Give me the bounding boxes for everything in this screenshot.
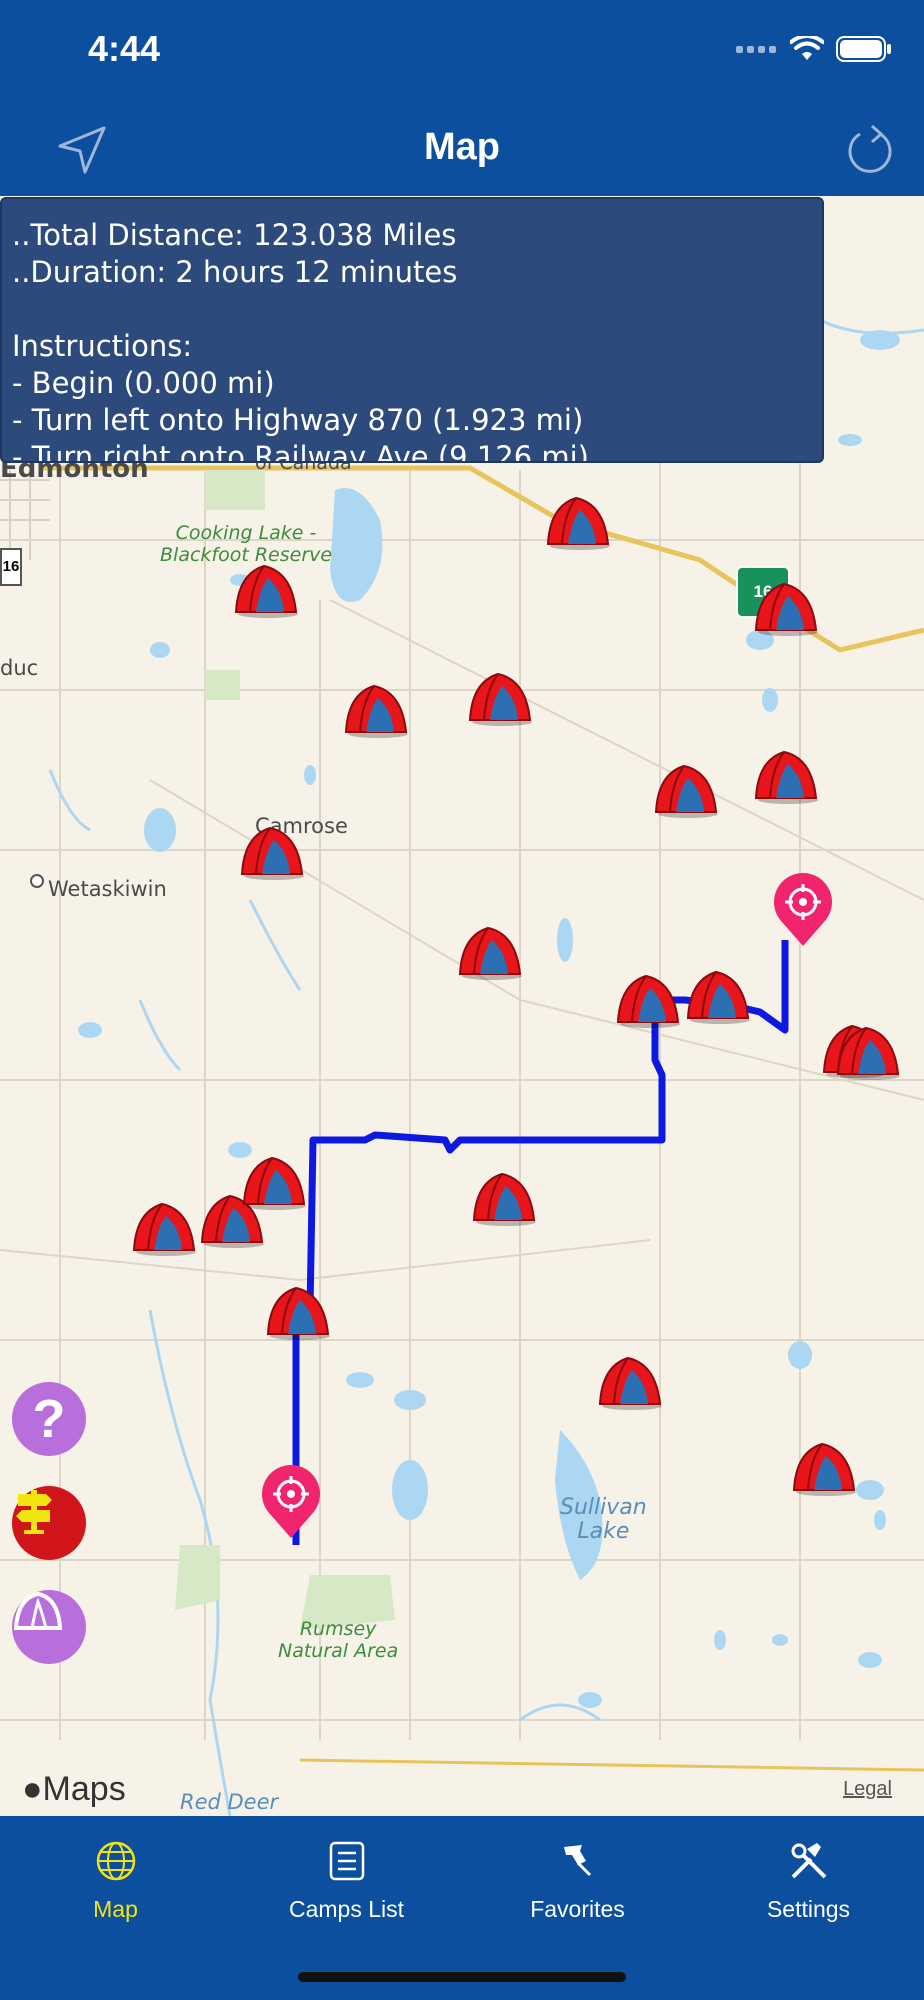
camp-marker[interactable] bbox=[752, 748, 820, 804]
duration: ..Duration: 2 hours 12 minutes bbox=[12, 255, 458, 289]
camp-marker[interactable] bbox=[466, 670, 534, 726]
tent-icon bbox=[754, 582, 818, 636]
label-rumsey: Rumsey Natural Area bbox=[278, 1618, 399, 1662]
tent-icon bbox=[654, 764, 718, 818]
tab-settings[interactable]: Settings bbox=[693, 1836, 924, 1946]
camp-marker[interactable] bbox=[790, 1440, 858, 1496]
crosshair-pin-icon bbox=[262, 1465, 320, 1538]
refresh-icon bbox=[848, 124, 892, 173]
instruction-item: - Turn right onto Railway Ave (9.126 mi) bbox=[12, 440, 589, 463]
directions-button[interactable] bbox=[12, 1486, 86, 1560]
tent-icon bbox=[616, 974, 680, 1028]
refresh-button[interactable] bbox=[840, 120, 900, 180]
instruction-item: - Begin (0.000 mi) bbox=[12, 366, 275, 400]
tab-bar: Map Camps List Favorites Settings bbox=[0, 1816, 924, 2000]
label-cooking-lake: Cooking Lake - Blackfoot Reserve bbox=[160, 522, 333, 566]
help-button[interactable]: ? bbox=[12, 1382, 86, 1456]
label-wetaskiwin: Wetaskiwin bbox=[48, 877, 167, 901]
label-red-deer: Red Deer bbox=[180, 1790, 279, 1814]
camp-marker[interactable] bbox=[652, 762, 720, 818]
page-title: Map bbox=[424, 126, 500, 168]
wifi-icon bbox=[790, 36, 824, 60]
globe-icon bbox=[96, 1841, 135, 1881]
tab-camps-list[interactable]: Camps List bbox=[231, 1836, 462, 1946]
camp-marker[interactable] bbox=[544, 494, 612, 550]
tab-favorites-label: Favorites bbox=[530, 1896, 625, 1922]
tent-icon bbox=[132, 1202, 196, 1256]
home-indicator bbox=[298, 1972, 626, 1982]
tent-icon bbox=[266, 1286, 330, 1340]
camp-marker[interactable] bbox=[130, 1200, 198, 1256]
tent-icon bbox=[546, 496, 610, 550]
tent-icon bbox=[240, 826, 304, 880]
camp-marker[interactable] bbox=[834, 1024, 902, 1080]
tent-icon bbox=[792, 1442, 856, 1496]
route-info-panel[interactable]: ..Total Distance: 123.038 Miles ..Durati… bbox=[0, 197, 824, 463]
camp-marker[interactable] bbox=[238, 824, 306, 880]
tools-icon bbox=[791, 1843, 826, 1879]
route-line bbox=[292, 940, 789, 1545]
total-distance: ..Total Distance: 123.038 Miles bbox=[12, 218, 457, 252]
apple-maps-logo: ●Maps bbox=[22, 1770, 126, 1809]
tab-map[interactable]: Map bbox=[0, 1836, 231, 1946]
highway-shield-left: 16 bbox=[0, 548, 22, 586]
status-time: 4:44 bbox=[88, 28, 161, 69]
camp-marker[interactable] bbox=[596, 1354, 664, 1410]
tent-icon bbox=[468, 672, 532, 726]
tent-icon bbox=[686, 970, 750, 1024]
label-sullivan-lake: Sullivan Lake bbox=[560, 1495, 647, 1544]
camps-toggle-button[interactable] bbox=[12, 1590, 86, 1664]
status-bar: 4:44 bbox=[0, 0, 924, 100]
cellular-icon bbox=[736, 46, 776, 53]
instruction-item: - Turn left onto Highway 870 (1.923 mi) bbox=[12, 403, 584, 437]
apple-logo-icon: ● bbox=[22, 1770, 43, 1808]
label-duc: duc bbox=[0, 656, 39, 680]
tab-settings-label: Settings bbox=[766, 1896, 851, 1922]
camp-marker[interactable] bbox=[470, 1170, 538, 1226]
camp-marker[interactable] bbox=[684, 968, 752, 1024]
town-dot-wetaskiwin bbox=[30, 874, 44, 888]
tab-camps-list-label: Camps List bbox=[288, 1896, 405, 1922]
camp-marker[interactable] bbox=[342, 682, 410, 738]
nav-bar: Map bbox=[0, 100, 924, 196]
status-icons bbox=[736, 34, 892, 64]
tent-icon bbox=[13, 1591, 63, 1630]
instructions-heading: Instructions: bbox=[12, 329, 193, 363]
tent-icon bbox=[472, 1172, 536, 1226]
origin-pin[interactable] bbox=[260, 1464, 322, 1540]
camp-marker[interactable] bbox=[264, 1284, 332, 1340]
tent-icon bbox=[836, 1026, 900, 1080]
camp-marker[interactable] bbox=[232, 562, 300, 618]
destination-pin[interactable] bbox=[772, 872, 834, 948]
tent-icon bbox=[344, 684, 408, 738]
signpost-icon bbox=[16, 1490, 52, 1534]
camp-marker[interactable] bbox=[614, 972, 682, 1028]
battery-icon bbox=[836, 36, 891, 62]
tab-map-label: Map bbox=[93, 1896, 138, 1922]
tent-icon bbox=[754, 750, 818, 804]
help-icon: ? bbox=[32, 1389, 66, 1449]
tent-icon bbox=[598, 1356, 662, 1410]
camp-marker[interactable] bbox=[456, 924, 524, 980]
legal-link[interactable]: Legal bbox=[843, 1778, 892, 1801]
tent-icon bbox=[234, 564, 298, 618]
crosshair-pin-icon bbox=[774, 873, 832, 946]
tab-favorites[interactable]: Favorites bbox=[462, 1836, 693, 1946]
tent-icon bbox=[458, 926, 522, 980]
list-icon bbox=[329, 1841, 364, 1881]
camp-marker[interactable] bbox=[240, 1154, 308, 1210]
maps-brand-text: Maps bbox=[42, 1770, 126, 1808]
camp-marker[interactable] bbox=[752, 580, 820, 636]
pin-icon bbox=[563, 1845, 591, 1877]
tent-icon bbox=[242, 1156, 306, 1210]
